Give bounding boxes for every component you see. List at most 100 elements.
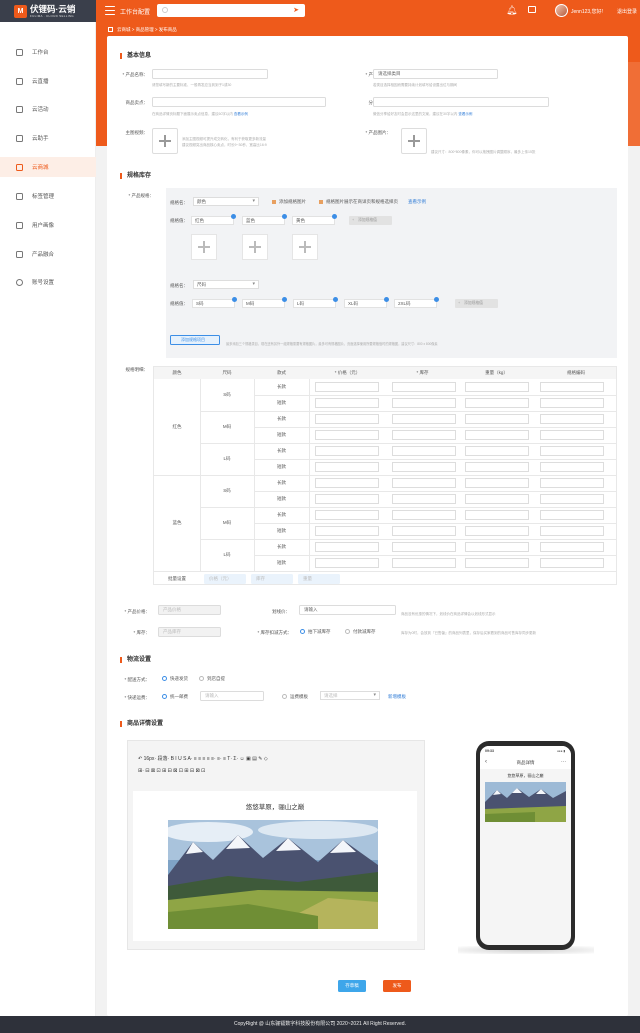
share-example-link[interactable]: 查看示例 xyxy=(458,112,472,116)
home-icon[interactable] xyxy=(108,27,113,33)
store-pickup-radio[interactable]: 到店自提 xyxy=(199,676,225,682)
price-cell-input[interactable] xyxy=(315,462,379,472)
weight-cell-input[interactable] xyxy=(465,446,529,456)
price-cell-input[interactable] xyxy=(315,526,379,536)
stock-cell-input[interactable] xyxy=(392,382,456,392)
sell-point-input[interactable] xyxy=(152,97,326,107)
code-cell-input[interactable] xyxy=(540,478,604,488)
code-cell-input[interactable] xyxy=(540,414,604,424)
weight-cell-input[interactable] xyxy=(465,478,529,488)
spec-image-example-link[interactable]: 查看示例 xyxy=(408,199,426,205)
stock-cell-input[interactable] xyxy=(392,446,456,456)
freight-input[interactable]: 请输入 xyxy=(200,691,264,701)
add-spec2-value-button[interactable]: 添加规格值 xyxy=(455,299,498,308)
product-name-input[interactable] xyxy=(152,69,268,79)
stock-cell-input[interactable] xyxy=(392,526,456,536)
sidebar-item-live[interactable]: 云直播 xyxy=(0,71,96,91)
editor-content[interactable]: 悠悠草原，骊山之巅 xyxy=(133,791,417,941)
spec2-value-tag[interactable]: 2XL码 xyxy=(394,297,439,308)
share-desc-input[interactable] xyxy=(373,97,549,107)
flat-freight-radio[interactable]: 统一邮费 xyxy=(162,694,188,700)
express-delivery-radio[interactable]: 快递发货 xyxy=(162,676,188,682)
price-cell-input[interactable] xyxy=(315,430,379,440)
stock-cell-input[interactable] xyxy=(392,558,456,568)
spec2-name-select[interactable]: 尺码 xyxy=(193,280,259,289)
deduct-on-order-radio[interactable]: 拍下减库存 xyxy=(300,629,331,635)
spec2-value-tag[interactable]: M码 xyxy=(242,297,287,308)
sidebar-item-activity[interactable]: 云活动 xyxy=(0,99,96,119)
price-cell-input[interactable] xyxy=(315,494,379,504)
freight-template-radio[interactable]: 运费模板 xyxy=(282,694,308,700)
code-cell-input[interactable] xyxy=(540,526,604,536)
weight-cell-input[interactable] xyxy=(465,510,529,520)
search-input[interactable]: ➤ xyxy=(157,4,305,17)
sidebar-item-product-fusion[interactable]: 产品融合 xyxy=(0,244,96,264)
remove-icon[interactable] xyxy=(332,214,337,219)
remove-icon[interactable] xyxy=(282,214,287,219)
price-cell-input[interactable] xyxy=(315,478,379,488)
spec-image-display-checkbox[interactable]: 规格图片展示在商详页和规格选择页 xyxy=(319,199,398,205)
spec2-value-tag[interactable]: L码 xyxy=(293,297,338,308)
spec1-value-tag[interactable]: 黄色 xyxy=(292,214,337,225)
weight-cell-input[interactable] xyxy=(465,398,529,408)
sidebar-item-tags[interactable]: 标签管理 xyxy=(0,186,96,206)
code-cell-input[interactable] xyxy=(540,398,604,408)
avatar[interactable] xyxy=(555,4,568,17)
batch-price-input[interactable]: 价格（元） xyxy=(204,574,246,584)
code-cell-input[interactable] xyxy=(540,510,604,520)
code-cell-input[interactable] xyxy=(540,446,604,456)
weight-cell-input[interactable] xyxy=(465,382,529,392)
remove-icon[interactable] xyxy=(434,297,439,302)
spec-image-upload[interactable] xyxy=(191,234,217,260)
stock-cell-input[interactable] xyxy=(392,510,456,520)
editor-toolbar-row1[interactable]: ↶ 16px· 段落· B I U S A· ≡ ≡ ≡ ≡ ≡· ≡· ≡ T… xyxy=(138,755,268,762)
batch-weight-input[interactable]: 重量 xyxy=(298,574,340,584)
sidebar-item-desk[interactable]: 工作台 xyxy=(0,42,96,62)
weight-cell-input[interactable] xyxy=(465,526,529,536)
deduct-on-payment-radio[interactable]: 付款减库存 xyxy=(345,629,376,635)
code-cell-input[interactable] xyxy=(540,462,604,472)
code-cell-input[interactable] xyxy=(540,382,604,392)
price-cell-input[interactable] xyxy=(315,446,379,456)
workspace-config-link[interactable]: 工作台配置 xyxy=(120,7,150,16)
sidebar-item-user-profile[interactable]: 用户画像 xyxy=(0,215,96,235)
rich-text-editor[interactable]: ↶ 16px· 段落· B I U S A· ≡ ≡ ≡ ≡ ≡· ≡· ≡ T… xyxy=(127,740,425,950)
save-draft-button[interactable]: 存草稿 xyxy=(338,980,366,992)
price-cell-input[interactable] xyxy=(315,558,379,568)
spec2-value-tag[interactable]: XL码 xyxy=(344,297,389,308)
spec1-value-tag[interactable]: 蓝色 xyxy=(242,214,287,225)
price-cell-input[interactable] xyxy=(315,542,379,552)
price-input[interactable]: 产品价格 xyxy=(158,605,221,615)
add-spec-image-checkbox[interactable]: 添加规格图片 xyxy=(272,199,306,205)
remove-icon[interactable] xyxy=(384,297,389,302)
spec-image-upload[interactable] xyxy=(242,234,268,260)
stock-cell-input[interactable] xyxy=(392,430,456,440)
stock-cell-input[interactable] xyxy=(392,398,456,408)
sell-point-example-link[interactable]: 查看示例 xyxy=(234,112,248,116)
logout-link[interactable]: 退出登录 xyxy=(617,8,637,15)
weight-cell-input[interactable] xyxy=(465,430,529,440)
stock-input[interactable]: 产品库存 xyxy=(158,627,221,637)
stock-cell-input[interactable] xyxy=(392,414,456,424)
spec2-value-tag[interactable]: S码 xyxy=(192,297,237,308)
sidebar-item-account[interactable]: 账号设置 xyxy=(0,272,96,292)
logo[interactable]: M 伏锂码·云销 FULIMA . CLOUD SELLING xyxy=(0,0,96,22)
sidebar-item-assistant[interactable]: 云助手 xyxy=(0,128,96,148)
remove-icon[interactable] xyxy=(282,297,287,302)
bell-icon[interactable]: 🔔︎ xyxy=(506,5,517,16)
stock-cell-input[interactable] xyxy=(392,462,456,472)
code-cell-input[interactable] xyxy=(540,542,604,552)
code-cell-input[interactable] xyxy=(540,558,604,568)
remove-icon[interactable] xyxy=(333,297,338,302)
category-select[interactable]: 请选择类目 xyxy=(373,69,498,79)
price-cell-input[interactable] xyxy=(315,510,379,520)
editor-toolbar-row2[interactable]: ⊞· ⊟ ⊠ ⊡ ⊞ ⊟ ⊠ ⊡ ⊞ ⊟ ⊠ ⊡ xyxy=(138,768,205,774)
add-spec1-value-button[interactable]: 添加规格值 xyxy=(349,216,392,225)
stock-cell-input[interactable] xyxy=(392,478,456,488)
add-spec-group-button[interactable]: 添加规格项目 xyxy=(170,335,220,345)
product-image-upload[interactable] xyxy=(401,128,427,154)
breadcrumb[interactable]: 云商城 > 商品管理 > 发布商品 xyxy=(108,27,177,33)
batch-stock-input[interactable]: 库存 xyxy=(251,574,293,584)
location-icon[interactable]: ➤ xyxy=(293,6,299,14)
weight-cell-input[interactable] xyxy=(465,462,529,472)
